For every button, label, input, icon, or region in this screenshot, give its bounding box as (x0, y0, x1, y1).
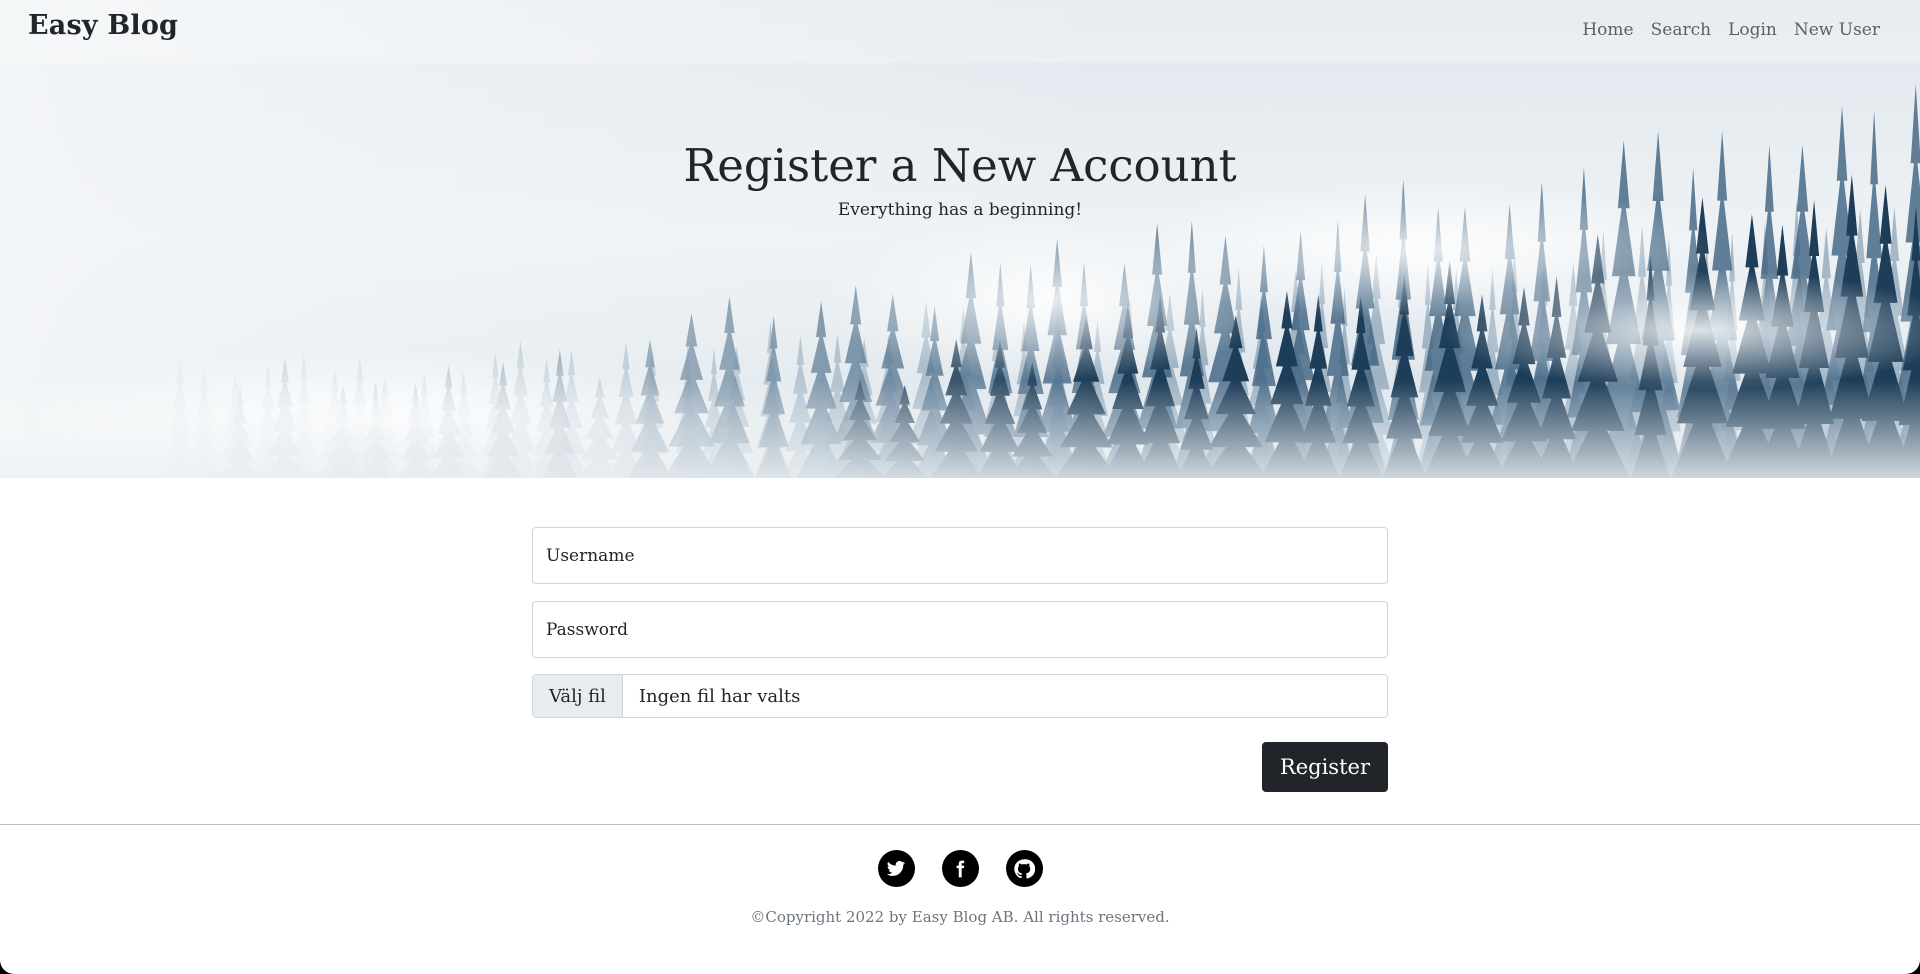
form-actions: Register (532, 742, 1388, 792)
nav-link-search[interactable]: Search (1651, 20, 1711, 40)
navbar: Easy Blog Home Search Login New User (0, 0, 1920, 63)
brand-logo[interactable]: Easy Blog (28, 10, 178, 41)
page: Easy Blog Home Search Login New User Reg… (0, 0, 1920, 974)
page-title: Register a New Account (683, 139, 1237, 192)
profile-file-input[interactable]: Välj fil Ingen fil har valts (532, 674, 1388, 718)
forest-background-image (0, 0, 1920, 478)
password-input[interactable] (532, 601, 1388, 658)
file-status-text: Ingen fil har valts (638, 685, 801, 707)
choose-file-button[interactable]: Välj fil (533, 675, 623, 717)
username-input[interactable] (532, 527, 1388, 584)
facebook-icon[interactable] (941, 850, 979, 887)
hero-heading: Register a New Account Everything has a … (0, 134, 1920, 220)
register-form: Välj fil Ingen fil har valts Register (532, 527, 1388, 792)
copyright-text: ©Copyright 2022 by Easy Blog AB. All rig… (750, 908, 1170, 926)
nav-links: Home Search Login New User (1582, 20, 1880, 40)
page-subtitle: Everything has a beginning! (837, 200, 1083, 220)
nav-link-home[interactable]: Home (1582, 20, 1633, 40)
register-button[interactable]: Register (1261, 742, 1388, 792)
twitter-icon[interactable] (877, 850, 915, 887)
nav-link-login[interactable]: Login (1728, 20, 1777, 40)
footer-divider (0, 824, 1920, 825)
nav-link-new-user[interactable]: New User (1794, 20, 1880, 40)
github-icon[interactable] (1005, 850, 1043, 887)
hero-banner: Easy Blog Home Search Login New User Reg… (0, 0, 1920, 478)
social-links (0, 850, 1920, 887)
